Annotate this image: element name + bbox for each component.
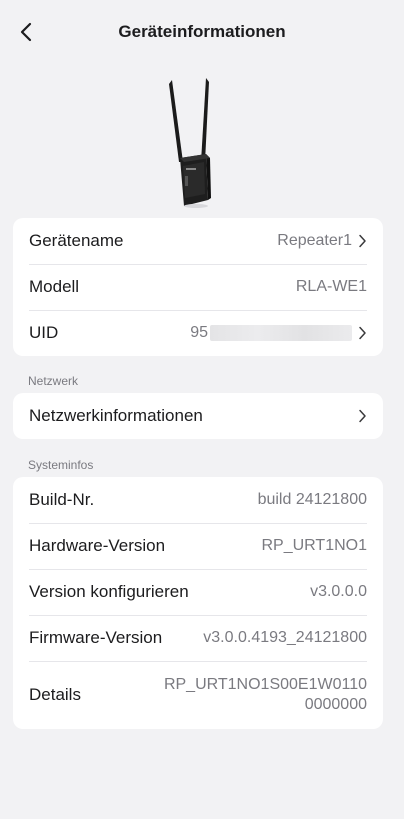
- details-value-line1: RP_URT1NO1S00E1W0110: [163, 676, 367, 693]
- system-info-card: Build-Nr. build 24121800 Hardware-Versio…: [13, 477, 383, 729]
- network-info-label: Netzwerkinformationen: [29, 406, 203, 425]
- firmware-version-label: Firmware-Version: [29, 628, 163, 647]
- uid-redacted-blur: [210, 325, 352, 341]
- config-version-label: Version konfigurieren: [29, 582, 189, 601]
- hardware-version-label: Hardware-Version: [29, 536, 166, 555]
- config-version-value: v3.0.0.0: [310, 583, 367, 600]
- firmware-version-row: Firmware-Version v3.0.0.4193_24121800: [13, 615, 383, 661]
- details-value: RP_URT1NO1S00E1W0110 0000000: [164, 675, 367, 715]
- hardware-version-row: Hardware-Version RP_URT1NO1: [13, 523, 383, 569]
- model-label: Modell: [29, 277, 80, 296]
- hardware-version-value: RP_URT1NO1: [261, 537, 367, 554]
- build-row: Build-Nr. build 24121800: [13, 477, 383, 523]
- model-value: RLA-WE1: [295, 278, 367, 295]
- model-row: Modell RLA-WE1: [13, 264, 383, 310]
- network-info-row[interactable]: Netzwerkinformationen: [13, 393, 383, 439]
- uid-value: 95: [190, 324, 208, 341]
- chevron-right-icon: [359, 409, 366, 423]
- device-name-value: Repeater1: [277, 232, 352, 249]
- chevron-right-icon: [359, 326, 366, 340]
- config-version-row: Version konfigurieren v3.0.0.0: [13, 569, 383, 615]
- build-value: build 24121800: [257, 491, 367, 508]
- details-value-line2: 0000000: [304, 696, 367, 713]
- header: Geräteinformationen: [0, 0, 404, 64]
- uid-label: UID: [29, 323, 59, 342]
- device-info-card: Gerätename Repeater1 Modell RLA-WE1 UID …: [13, 218, 383, 356]
- chevron-right-icon: [359, 234, 366, 248]
- device-name-row[interactable]: Gerätename Repeater1: [13, 218, 383, 264]
- uid-row[interactable]: UID 95: [13, 310, 383, 356]
- system-section-label: Systeminfos: [28, 458, 94, 472]
- repeater-device-image: [169, 78, 211, 208]
- details-row: Details RP_URT1NO1S00E1W0110 0000000: [13, 661, 383, 729]
- build-label: Build-Nr.: [29, 490, 95, 509]
- details-label: Details: [29, 685, 81, 704]
- network-section-label: Netzwerk: [28, 374, 79, 388]
- device-name-label: Gerätename: [29, 231, 124, 250]
- network-card: Netzwerkinformationen: [13, 393, 383, 439]
- firmware-version-value: v3.0.0.4193_24121800: [203, 629, 367, 646]
- page-title: Geräteinformationen: [118, 22, 286, 41]
